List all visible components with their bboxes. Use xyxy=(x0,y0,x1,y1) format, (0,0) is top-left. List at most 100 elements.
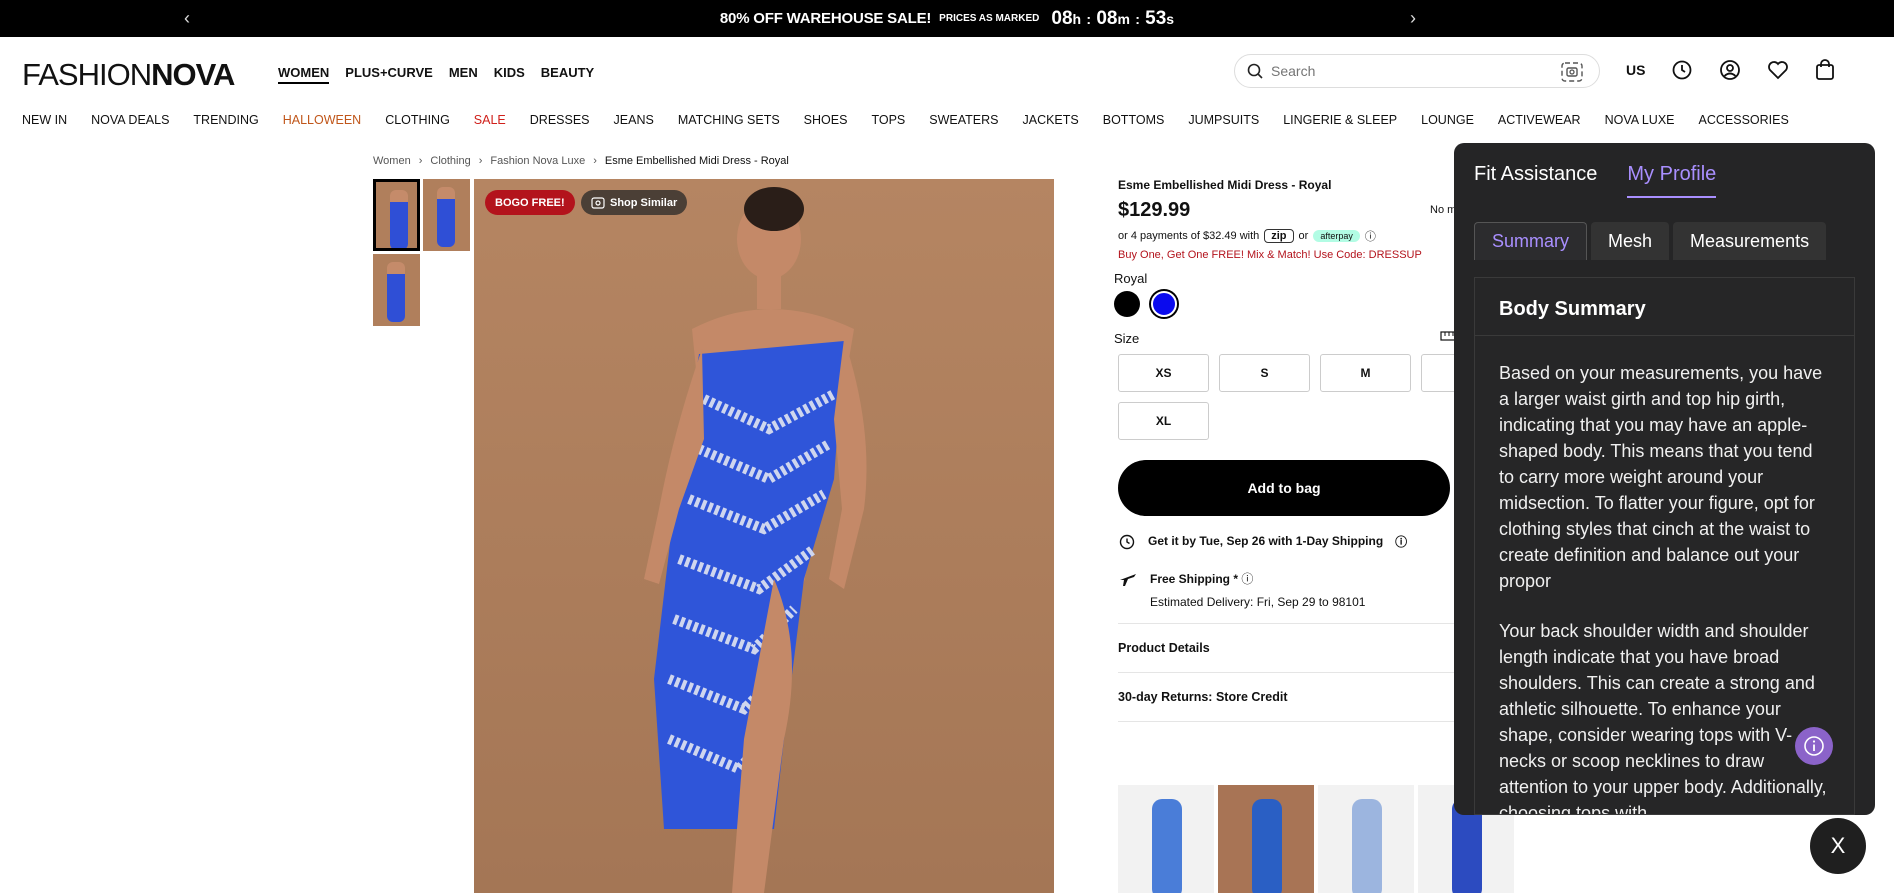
fast-shipping-text: Get it by Tue, Sep 26 with 1-Day Shippin… xyxy=(1148,534,1384,548)
bogo-badge: BOGO FREE! xyxy=(485,190,575,215)
promo-title: 80% OFF WAREHOUSE SALE! xyxy=(719,10,932,27)
chevron-left-icon[interactable]: ‹ xyxy=(184,8,190,29)
cat-tops[interactable]: TOPS xyxy=(871,113,905,127)
color-swatches xyxy=(1114,291,1458,317)
close-button[interactable]: X xyxy=(1810,818,1866,874)
product-info: Esme Embellished Midi Dress - Royal $129… xyxy=(1114,178,1512,722)
region-selector[interactable]: US xyxy=(1626,62,1645,78)
logo-part-thin: FASHION xyxy=(22,57,152,92)
nav-women[interactable]: WOMEN xyxy=(278,65,330,84)
nav-kids[interactable]: KIDS xyxy=(494,65,525,84)
timer-seconds-unit: s xyxy=(1166,10,1175,27)
camera-search-icon[interactable] xyxy=(1561,62,1583,82)
or-text: or xyxy=(1298,230,1309,242)
size-xs[interactable]: XS xyxy=(1118,354,1209,392)
swatch-black[interactable] xyxy=(1114,291,1140,317)
details-accordion: Product Details 30-day Returns: Store Cr… xyxy=(1118,623,1458,722)
nav-beauty[interactable]: BEAUTY xyxy=(541,65,594,84)
product-price: $129.99 xyxy=(1118,199,1191,221)
promo-prices: PRICES AS MARKED xyxy=(939,13,1040,24)
thumbnail-2[interactable] xyxy=(423,179,470,251)
cat-activewear[interactable]: ACTIVEWEAR xyxy=(1498,113,1581,127)
cat-sweaters[interactable]: SWEATERS xyxy=(929,113,998,127)
free-shipping-row: Free Shipping * ⓘ Estimated Delivery: Fr… xyxy=(1118,570,1458,609)
afterpay-logo[interactable]: afterpay xyxy=(1313,230,1360,242)
card-title: Body Summary xyxy=(1475,278,1854,336)
history-icon[interactable] xyxy=(1671,59,1693,81)
product-image[interactable]: BOGO FREE! Shop Similar xyxy=(474,179,1054,893)
rec-item[interactable] xyxy=(1318,785,1414,893)
product-details-toggle[interactable]: Product Details xyxy=(1118,624,1458,673)
size-row: Size xyxy=(1114,331,1458,346)
site-header: FASHIONNOVA WOMEN PLUS+CURVE MEN KIDS BE… xyxy=(0,37,1894,107)
thumbnail-1[interactable] xyxy=(373,179,420,251)
cat-matching-sets[interactable]: MATCHING SETS xyxy=(678,113,780,127)
info-icon xyxy=(1804,736,1824,756)
breadcrumb-women[interactable]: Women xyxy=(373,155,411,167)
installments-row: or 4 payments of $32.49 with zip or afte… xyxy=(1118,228,1458,244)
info-button[interactable] xyxy=(1795,727,1833,765)
cat-jeans[interactable]: JEANS xyxy=(614,113,654,127)
thumbnail-3[interactable] xyxy=(373,254,420,326)
swatch-royal[interactable] xyxy=(1151,291,1177,317)
category-nav: NEW IN NOVA DEALS TRENDING HALLOWEEN CLO… xyxy=(22,113,1813,127)
timer-minutes-unit: m xyxy=(1117,10,1130,27)
cat-nova-luxe[interactable]: NOVA LUXE xyxy=(1605,113,1675,127)
model-figure xyxy=(644,187,867,893)
timer-hours: 08 xyxy=(1051,7,1073,29)
cat-new-in[interactable]: NEW IN xyxy=(22,113,67,127)
cat-lingerie-sleep[interactable]: LINGERIE & SLEEP xyxy=(1283,113,1397,127)
cat-trending[interactable]: TRENDING xyxy=(193,113,258,127)
logo[interactable]: FASHIONNOVA xyxy=(22,57,235,93)
shopping-bag-icon[interactable] xyxy=(1815,59,1835,81)
cat-lounge[interactable]: LOUNGE xyxy=(1421,113,1474,127)
truncated-text: No m xyxy=(1430,204,1457,216)
timer-seconds: 53 xyxy=(1145,7,1167,29)
nav-men[interactable]: MEN xyxy=(449,65,478,84)
cat-clothing[interactable]: CLOTHING xyxy=(385,113,450,127)
returns-toggle[interactable]: 30-day Returns: Store Credit xyxy=(1118,673,1458,722)
subtab-mesh[interactable]: Mesh xyxy=(1591,222,1670,260)
tab-fit-assistance[interactable]: Fit Assistance xyxy=(1474,163,1597,198)
info-icon[interactable]: ⓘ xyxy=(1241,572,1253,586)
size-xl[interactable]: XL xyxy=(1118,402,1209,440)
nav-plus-curve[interactable]: PLUS+CURVE xyxy=(345,65,433,84)
shop-similar-button[interactable]: Shop Similar xyxy=(581,190,688,215)
info-icon[interactable]: ⓘ xyxy=(1365,228,1376,244)
chevron-right-icon[interactable]: › xyxy=(1410,8,1416,29)
heart-icon[interactable] xyxy=(1767,60,1789,80)
cat-jumpsuits[interactable]: JUMPSUITS xyxy=(1188,113,1259,127)
rec-item[interactable] xyxy=(1218,785,1314,893)
zip-logo[interactable]: zip xyxy=(1264,229,1294,243)
subtab-summary[interactable]: Summary xyxy=(1474,222,1588,260)
cat-jackets[interactable]: JACKETS xyxy=(1022,113,1078,127)
cat-sale[interactable]: SALE xyxy=(474,113,506,127)
cat-accessories[interactable]: ACCESSORIES xyxy=(1699,113,1789,127)
chevron-right-icon: › xyxy=(418,155,423,167)
size-m[interactable]: M xyxy=(1320,354,1411,392)
installments-text: or 4 payments of $32.49 with xyxy=(1118,230,1260,242)
breadcrumb: Women › Clothing › Fashion Nova Luxe › Esme… xyxy=(373,155,789,167)
timer-separator: : xyxy=(1135,10,1140,27)
main-nav: WOMEN PLUS+CURVE MEN KIDS BEAUTY xyxy=(278,65,594,84)
cat-nova-deals[interactable]: NOVA DEALS xyxy=(91,113,169,127)
summary-paragraph-2: Your back shoulder width and shoulder le… xyxy=(1499,621,1827,815)
cat-shoes[interactable]: SHOES xyxy=(804,113,848,127)
breadcrumb-nova-luxe[interactable]: Fashion Nova Luxe xyxy=(490,155,585,167)
add-to-bag-button[interactable]: Add to bag xyxy=(1118,460,1450,516)
size-s[interactable]: S xyxy=(1219,354,1310,392)
info-icon[interactable]: ⓘ xyxy=(1395,533,1407,550)
rec-item[interactable] xyxy=(1118,785,1214,893)
cat-halloween[interactable]: HALLOWEEN xyxy=(283,113,362,127)
search-input[interactable] xyxy=(1271,63,1551,79)
fast-shipping-row: Get it by Tue, Sep 26 with 1-Day Shippin… xyxy=(1118,532,1458,550)
shop-similar-label: Shop Similar xyxy=(610,196,678,209)
cat-dresses[interactable]: DRESSES xyxy=(530,113,590,127)
size-label: Size xyxy=(1114,331,1140,346)
tab-my-profile[interactable]: My Profile xyxy=(1627,163,1717,198)
subtab-measurements[interactable]: Measurements xyxy=(1673,222,1827,260)
cat-bottoms[interactable]: BOTTOMS xyxy=(1103,113,1165,127)
breadcrumb-clothing[interactable]: Clothing xyxy=(430,155,470,167)
search-bar xyxy=(1234,54,1600,88)
account-icon[interactable] xyxy=(1719,59,1741,81)
